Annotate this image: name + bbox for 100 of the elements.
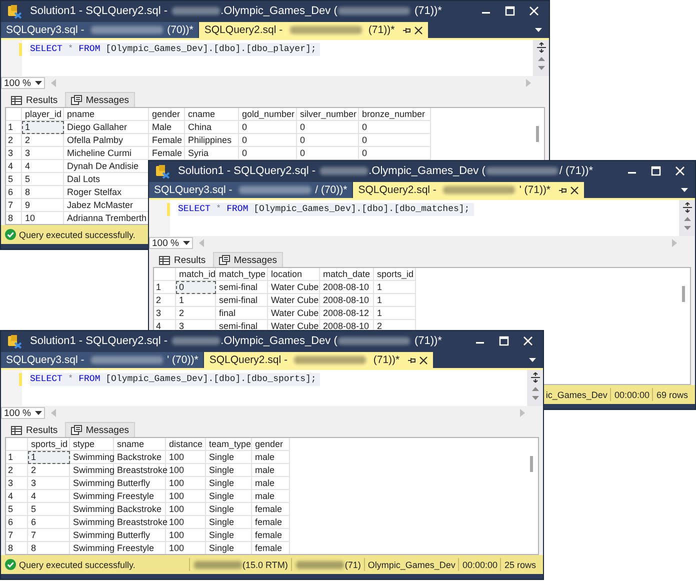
caret-icon[interactable] — [35, 81, 42, 85]
status-field: 00:00:00 — [462, 560, 498, 570]
document-tab[interactable]: SQLQuery2.sql - (71))* — [204, 352, 433, 368]
column-header[interactable]: sname — [114, 438, 166, 451]
status-field: 00:00:00 — [614, 390, 650, 400]
window-title: / (71))* — [559, 165, 594, 177]
column-header[interactable]: gold_number — [239, 108, 297, 121]
caret-icon[interactable] — [183, 241, 190, 245]
status-field: Olympic_Games_Dev — [368, 560, 456, 570]
tab-label: SQLQuery2.sql - — [204, 24, 284, 36]
table-cell: Breaststroke — [114, 516, 166, 529]
table-cell: 100 — [166, 503, 206, 516]
column-header[interactable]: location — [268, 268, 320, 281]
document-tab[interactable]: SQLQuery3.sql - / (70))* — [149, 182, 352, 198]
column-header[interactable]: cname — [185, 108, 239, 121]
maximize-icon[interactable] — [499, 336, 509, 346]
table-cell: 100 — [166, 516, 206, 529]
results-tab[interactable]: Messages — [212, 252, 283, 267]
tab-label: SQLQuery3.sql - — [6, 24, 86, 36]
row-number: 2 — [6, 464, 28, 477]
table-cell: Single — [206, 477, 252, 490]
table-cell: 0 — [297, 134, 359, 147]
success-icon — [5, 229, 16, 240]
table-cell: 5 — [22, 173, 64, 186]
table-cell: Single — [206, 516, 252, 529]
column-header[interactable]: gender — [252, 438, 290, 451]
tab-label: (71))* — [372, 354, 400, 366]
status-field: 25 rows — [504, 560, 536, 570]
table-cell: 6 — [28, 516, 70, 529]
row-number: 2 — [154, 294, 176, 307]
table-cell: 100 — [166, 490, 206, 503]
column-header[interactable]: distance — [166, 438, 206, 451]
scrollbar-thumb[interactable] — [536, 126, 538, 142]
tab-label: / (70))* — [315, 184, 348, 196]
document-tab[interactable]: SQLQuery3.sql - (70))* — [1, 22, 198, 38]
split-icon[interactable] — [536, 42, 546, 53]
table-cell: 2 — [176, 307, 216, 320]
change-marker — [19, 43, 22, 56]
zoom-dropdown[interactable]: 100 % — [149, 237, 193, 249]
tab-label: ' (70))* — [167, 354, 198, 366]
scroll-down-icon[interactable] — [682, 225, 692, 231]
table-cell: China — [185, 121, 239, 134]
zoom-dropdown[interactable]: 100 % — [1, 77, 45, 89]
close-icon[interactable] — [414, 26, 423, 34]
results-tab[interactable]: Messages — [64, 92, 135, 107]
scroll-up-icon[interactable] — [682, 216, 692, 222]
column-header[interactable]: bronze_number — [359, 108, 431, 121]
split-icon[interactable] — [682, 202, 692, 213]
maximize-icon[interactable] — [651, 166, 661, 176]
caret-icon[interactable] — [528, 356, 537, 362]
caret-icon[interactable] — [35, 411, 42, 415]
row-number: 2 — [6, 134, 22, 147]
maximize-icon[interactable] — [505, 6, 515, 16]
caret-icon[interactable] — [534, 26, 543, 32]
success-icon — [5, 559, 16, 570]
pin-icon[interactable] — [558, 186, 567, 194]
close-icon[interactable] — [570, 186, 579, 194]
results-tab[interactable]: Messages — [64, 422, 135, 437]
table-cell: Freestyle — [114, 490, 166, 503]
scroll-up-icon[interactable] — [536, 56, 546, 62]
document-tab[interactable]: SQLQuery2.sql - (71))* — [199, 22, 428, 38]
scrollbar-thumb[interactable] — [530, 456, 532, 472]
scroll-down-icon[interactable] — [536, 65, 546, 71]
pin-icon[interactable] — [402, 26, 411, 34]
table-cell: 1 — [374, 307, 416, 320]
split-icon[interactable] — [530, 372, 540, 383]
row-number: 3 — [154, 307, 176, 320]
column-header[interactable]: sports_id — [374, 268, 416, 281]
scrollbar-thumb[interactable] — [682, 286, 684, 302]
status-message: Query executed successfully. — [19, 230, 136, 240]
table-cell: Male — [149, 121, 185, 134]
grid-icon — [11, 426, 22, 434]
scroll-down-icon[interactable] — [530, 395, 540, 401]
column-header[interactable]: stype — [70, 438, 114, 451]
pin-icon[interactable] — [406, 356, 416, 364]
table-cell: Swimming — [70, 490, 114, 503]
table-cell: Swimming — [70, 464, 114, 477]
column-header[interactable]: match_type — [216, 268, 268, 281]
zoom-dropdown[interactable]: 100 % — [1, 407, 45, 419]
column-header[interactable]: team_type — [206, 438, 252, 451]
tab-label: SQLQuery2.sql - — [209, 354, 289, 366]
table-cell: Water Cube — [268, 307, 320, 320]
status-field: 69 rows — [656, 390, 688, 400]
table-cell: final — [216, 307, 268, 320]
status-field: (15.0 RTM) — [242, 560, 288, 570]
messages-icon — [70, 95, 82, 105]
column-header[interactable]: silver_number — [297, 108, 359, 121]
caret-icon[interactable] — [680, 186, 689, 192]
close-icon[interactable] — [418, 356, 428, 364]
table-cell: 9 — [22, 199, 64, 212]
window-title: (71))* — [413, 5, 442, 17]
table-cell: 0 — [297, 121, 359, 134]
column-header[interactable]: pname — [64, 108, 149, 121]
column-header[interactable]: match_date — [320, 268, 374, 281]
table-cell: 100 — [166, 529, 206, 542]
table-cell: 1 — [28, 451, 70, 464]
document-tab[interactable]: SQLQuery3.sql - ' (70))* — [1, 352, 204, 368]
table-cell: 100 — [166, 451, 206, 464]
column-header[interactable]: gender — [149, 108, 185, 121]
document-tab[interactable]: SQLQuery2.sql - ' (71))* — [353, 182, 584, 198]
